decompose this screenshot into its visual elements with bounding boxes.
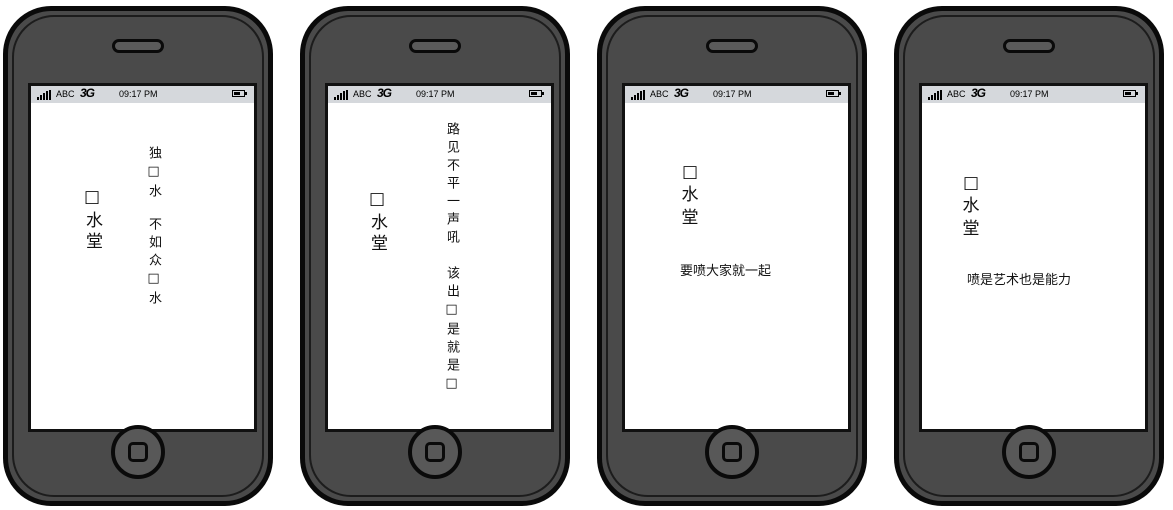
- home-square-icon: [722, 442, 742, 462]
- battery-icon: [826, 90, 841, 97]
- carrier-label: ABC: [650, 89, 669, 99]
- status-time: 09:17 PM: [713, 89, 752, 99]
- signal-strength-icon: [37, 90, 53, 100]
- signal-strength-icon: [631, 90, 647, 100]
- slogan-column-1: 独□水: [146, 146, 161, 202]
- status-bar: ABC 3G 09:17 PM: [31, 86, 254, 103]
- status-time: 09:17 PM: [1010, 89, 1049, 99]
- carrier-label: ABC: [56, 89, 75, 99]
- app-logo: □ 水 堂: [960, 172, 982, 241]
- network-type: 3G: [971, 86, 986, 100]
- speaker-grille: [112, 39, 164, 53]
- phone-screen-4: ABC 3G 09:17 PM □ 水 堂 喷是艺术也是能力: [919, 83, 1148, 432]
- phone-mockup-4: ABC 3G 09:17 PM □ 水 堂 喷是艺术也是能力: [894, 6, 1164, 506]
- home-button[interactable]: [1002, 425, 1056, 479]
- status-bar: ABC 3G 09:17 PM: [328, 86, 551, 103]
- logo-char: 堂: [681, 208, 699, 228]
- slogan-column-2: 不如众□水: [146, 217, 161, 309]
- app-logo: □水堂: [367, 189, 387, 255]
- logo-char: □: [962, 173, 980, 193]
- home-square-icon: [1019, 442, 1039, 462]
- home-button[interactable]: [111, 425, 165, 479]
- speaker-grille: [1003, 39, 1055, 53]
- slogan-column-2: 该出□是就是□: [444, 266, 459, 396]
- phone-mockup-2: ABC 3G 09:17 PM □水堂 路见不平一声吼 该出□是就是□: [300, 6, 570, 506]
- speaker-grille: [706, 39, 758, 53]
- signal-strength-icon: [928, 90, 944, 100]
- phone-screen-3: ABC 3G 09:17 PM □ 水 堂 要喷大家就一起: [622, 83, 851, 432]
- battery-icon: [232, 90, 247, 97]
- home-square-icon: [128, 442, 148, 462]
- phone-mockup-1: ABC 3G 09:17 PM □水堂 独□水 不如众□水: [3, 6, 273, 506]
- carrier-label: ABC: [947, 89, 966, 99]
- logo-char: 水: [962, 196, 980, 216]
- logo-char: □: [681, 162, 699, 182]
- signal-strength-icon: [334, 90, 350, 100]
- slogan-column-1: 路见不平一声吼: [444, 122, 459, 248]
- home-button[interactable]: [705, 425, 759, 479]
- slogan-text: 要喷大家就一起: [680, 264, 772, 279]
- network-type: 3G: [377, 86, 392, 100]
- logo-char: 水: [681, 185, 699, 205]
- app-logo: □ 水 堂: [679, 161, 701, 230]
- logo-char: 堂: [962, 219, 980, 239]
- home-square-icon: [425, 442, 445, 462]
- slogan-text: 喷是艺术也是能力: [967, 273, 1072, 288]
- status-time: 09:17 PM: [416, 89, 455, 99]
- carrier-label: ABC: [353, 89, 372, 99]
- status-time: 09:17 PM: [119, 89, 158, 99]
- network-type: 3G: [80, 86, 95, 100]
- status-bar: ABC 3G 09:17 PM: [922, 86, 1145, 103]
- phone-screen-1: ABC 3G 09:17 PM □水堂 独□水 不如众□水: [28, 83, 257, 432]
- network-type: 3G: [674, 86, 689, 100]
- battery-icon: [529, 90, 544, 97]
- status-bar: ABC 3G 09:17 PM: [625, 86, 848, 103]
- phone-mockup-3: ABC 3G 09:17 PM □ 水 堂 要喷大家就一起: [597, 6, 867, 506]
- home-button[interactable]: [408, 425, 462, 479]
- speaker-grille: [409, 39, 461, 53]
- phone-screen-2: ABC 3G 09:17 PM □水堂 路见不平一声吼 该出□是就是□: [325, 83, 554, 432]
- battery-icon: [1123, 90, 1138, 97]
- app-logo: □水堂: [82, 187, 102, 253]
